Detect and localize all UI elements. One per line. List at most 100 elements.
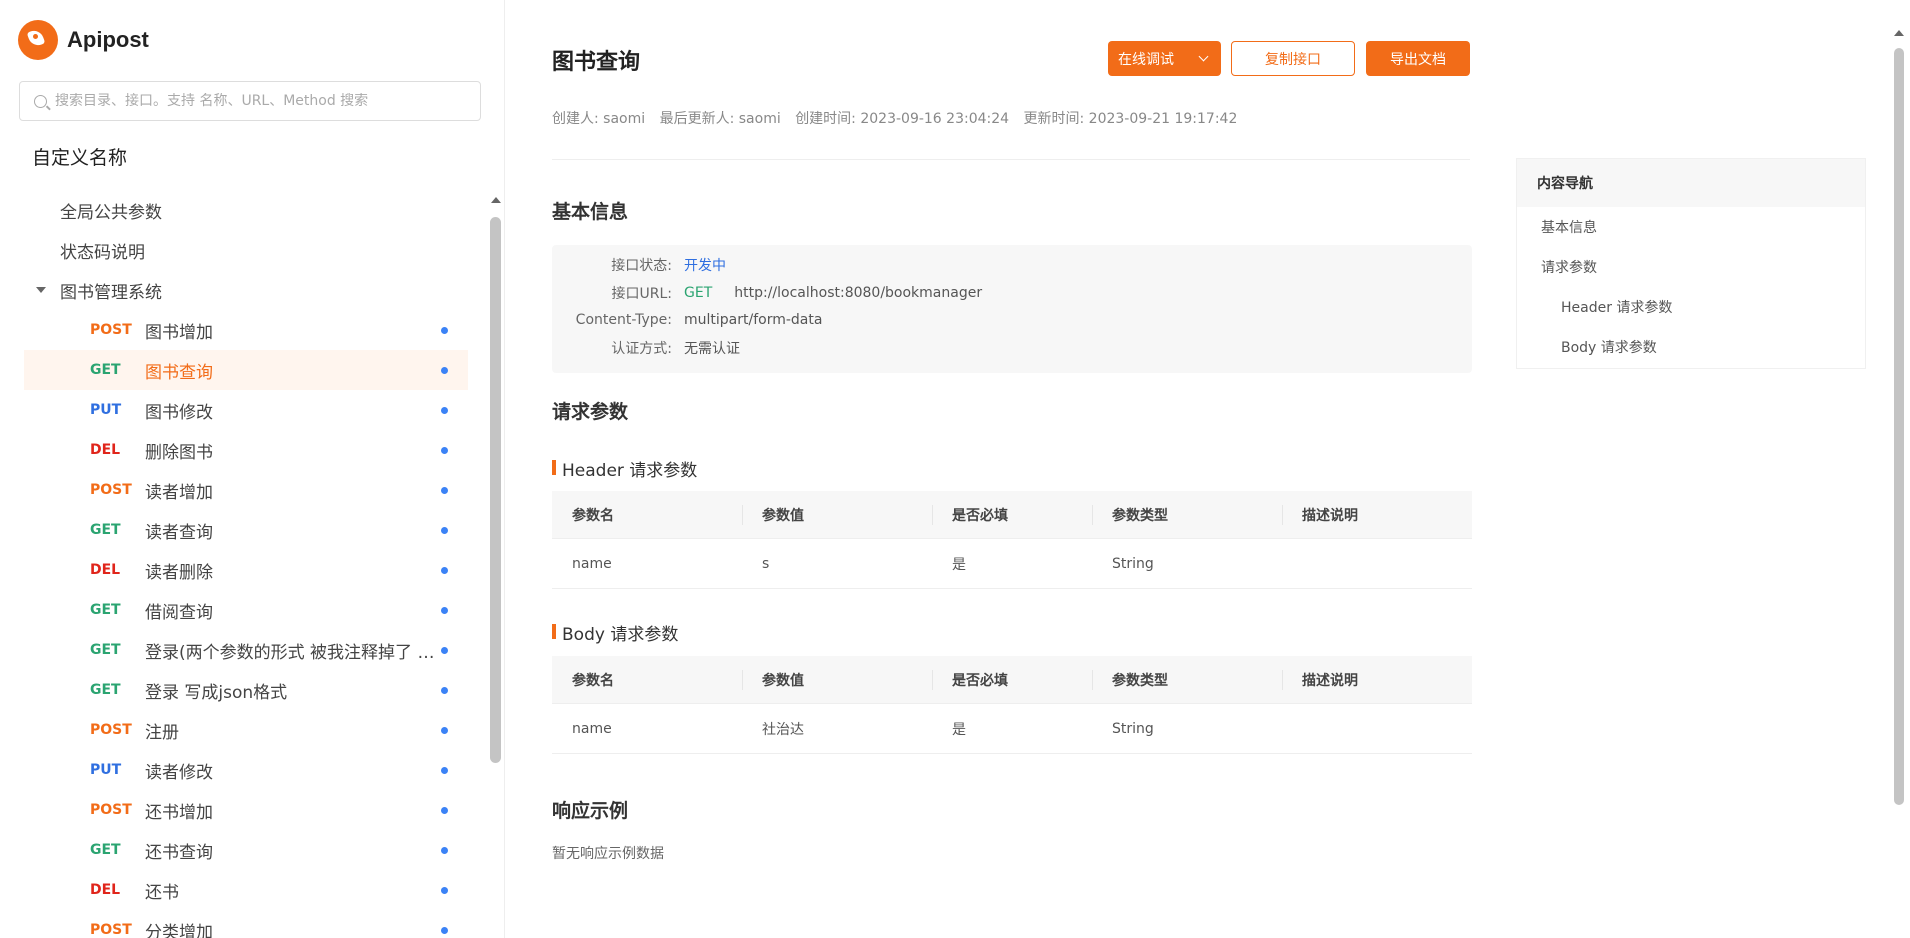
api-name: 读者增加: [145, 482, 213, 503]
api-item[interactable]: GET 借阅查询: [24, 590, 468, 630]
content-nav-item[interactable]: Body 请求参数: [1517, 327, 1865, 367]
sidebar: Apipost 自定义名称 全局公共参数 状态码说明 图书管理系统 POST 图书…: [0, 0, 505, 938]
method-badge: DEL: [90, 442, 121, 458]
api-item[interactable]: GET 还书查询: [24, 830, 468, 870]
apipost-doc-window: Apipost 自定义名称 全局公共参数 状态码说明 图书管理系统 POST 图书…: [0, 0, 1910, 938]
status-dot-icon: [441, 567, 448, 574]
api-item[interactable]: PUT 读者修改: [24, 750, 468, 790]
auth-label: 认证方式:: [611, 341, 672, 357]
sidebar-item-global-params[interactable]: 全局公共参数: [0, 190, 490, 230]
method-badge: PUT: [90, 762, 122, 778]
content-nav-item[interactable]: Header 请求参数: [1517, 287, 1865, 327]
content-nav-item[interactable]: 基本信息: [1517, 207, 1865, 247]
api-name: 还书增加: [145, 802, 213, 823]
api-item[interactable]: POST 注册: [24, 710, 468, 750]
sidebar-item-status-codes[interactable]: 状态码说明: [0, 230, 490, 270]
api-item[interactable]: GET 读者查询: [24, 510, 468, 550]
col-header: 是否必填: [932, 656, 1092, 703]
status-dot-icon: [441, 527, 448, 534]
table-cell: name: [572, 720, 612, 737]
api-item[interactable]: POST 还书增加: [24, 790, 468, 830]
table-cell: [1282, 539, 1472, 588]
table-cell: 是: [952, 721, 966, 738]
search-input[interactable]: [55, 93, 475, 109]
method-badge: DEL: [90, 562, 121, 578]
body-params-table: 参数名 参数值 是否必填 参数类型 描述说明 name 社治达 是 String: [552, 656, 1472, 754]
basic-info-title: 基本信息: [552, 201, 629, 223]
method-badge: GET: [90, 602, 121, 618]
brand-logo[interactable]: Apipost: [18, 20, 149, 60]
status-dot-icon: [441, 447, 448, 454]
info-row-status: 接口状态: 开发中: [552, 255, 726, 275]
api-item[interactable]: POST 分类增加: [24, 910, 468, 938]
table-cell: 社治达: [762, 721, 804, 738]
sidebar-scrollbar[interactable]: [490, 195, 502, 938]
url-method: GET: [684, 285, 713, 301]
info-row-content-type: Content-Type: multipart/form-data: [552, 310, 823, 330]
status-dot-icon: [441, 887, 448, 894]
method-badge: GET: [90, 642, 121, 658]
status-dot-icon: [441, 487, 448, 494]
table-header: 参数名 参数值 是否必填 参数类型 描述说明: [552, 656, 1472, 704]
col-header: 参数名: [572, 672, 614, 689]
api-item[interactable]: DEL 删除图书: [24, 430, 468, 470]
api-item[interactable]: PUT 图书修改: [24, 390, 468, 430]
sidebar-item-label: 全局公共参数: [60, 202, 162, 223]
export-doc-button[interactable]: 导出文档: [1366, 41, 1470, 76]
status-dot-icon: [441, 327, 448, 334]
online-debug-button[interactable]: 在线调试: [1108, 41, 1221, 76]
status-dot-icon: [441, 367, 448, 374]
scrollbar-thumb[interactable]: [490, 217, 501, 763]
response-empty-text: 暂无响应示例数据: [552, 846, 664, 862]
copy-api-button[interactable]: 复制接口: [1231, 41, 1355, 76]
api-name: 读者修改: [145, 762, 213, 783]
chevron-down-icon[interactable]: [1198, 51, 1209, 62]
api-item[interactable]: POST 图书增加: [24, 310, 468, 350]
col-header: 参数类型: [1092, 656, 1282, 703]
status-dot-icon: [441, 407, 448, 414]
status-dot-icon: [441, 647, 448, 654]
api-name: 注册: [145, 722, 179, 743]
caret-down-icon[interactable]: [36, 287, 46, 293]
col-header: 描述说明: [1282, 656, 1472, 703]
api-name: 读者查询: [145, 522, 213, 543]
api-item[interactable]: POST 读者增加: [24, 470, 468, 510]
col-header: 参数值: [742, 491, 932, 538]
api-item[interactable]: DEL 读者删除: [24, 550, 468, 590]
table-header: 参数名 参数值 是否必填 参数类型 描述说明: [552, 491, 1472, 539]
content-type-value: multipart/form-data: [684, 312, 823, 328]
status-dot-icon: [441, 807, 448, 814]
meta-updated: 更新时间: 2023-09-21 19:17:42: [1023, 111, 1238, 127]
auth-value: 无需认证: [684, 341, 740, 357]
body-params-title: Body 请求参数: [552, 620, 678, 645]
page-scrollbar[interactable]: [1894, 30, 1904, 805]
scroll-up-arrow-icon[interactable]: [491, 197, 501, 203]
scroll-up-arrow-icon[interactable]: [1894, 30, 1904, 36]
api-item[interactable]: GET 登录 写成json格式: [24, 670, 468, 710]
col-header: 是否必填: [932, 491, 1092, 538]
header-params-table: 参数名 参数值 是否必填 参数类型 描述说明 name s 是 String: [552, 491, 1472, 589]
content-nav-item[interactable]: 请求参数: [1517, 247, 1865, 287]
method-badge: GET: [90, 522, 121, 538]
api-item[interactable]: GET 图书查询: [24, 350, 468, 390]
api-name: 借阅查询: [145, 602, 213, 623]
scrollbar-thumb[interactable]: [1894, 48, 1904, 805]
search-box[interactable]: [19, 81, 481, 121]
content-nav-title: 内容导航: [1517, 159, 1865, 207]
info-row-url: 接口URL: GET http://localhost:8080/bookman…: [552, 283, 983, 303]
meta-updater: 最后更新人: saomi: [659, 111, 781, 127]
meta-created: 创建时间: 2023-09-16 23:04:24: [795, 111, 1010, 127]
table-cell: [1282, 704, 1472, 753]
api-name: 读者删除: [145, 562, 213, 583]
table-cell: 是: [952, 556, 966, 573]
api-item[interactable]: GET 登录(两个参数的形式 被我注释掉了 现在是json格式): [24, 630, 468, 670]
meta-creator: 创建人: saomi: [552, 111, 646, 127]
method-badge: DEL: [90, 882, 121, 898]
api-item[interactable]: DEL 还书: [24, 870, 468, 910]
content-nav: 内容导航 基本信息 请求参数 Header 请求参数 Body 请求参数: [1516, 158, 1866, 369]
page-title: 图书查询: [552, 50, 641, 75]
url-value[interactable]: http://localhost:8080/bookmanager: [734, 285, 982, 301]
brand-name: Apipost: [67, 27, 149, 52]
method-badge: GET: [90, 362, 121, 378]
folder-book-system[interactable]: 图书管理系统: [0, 270, 490, 310]
